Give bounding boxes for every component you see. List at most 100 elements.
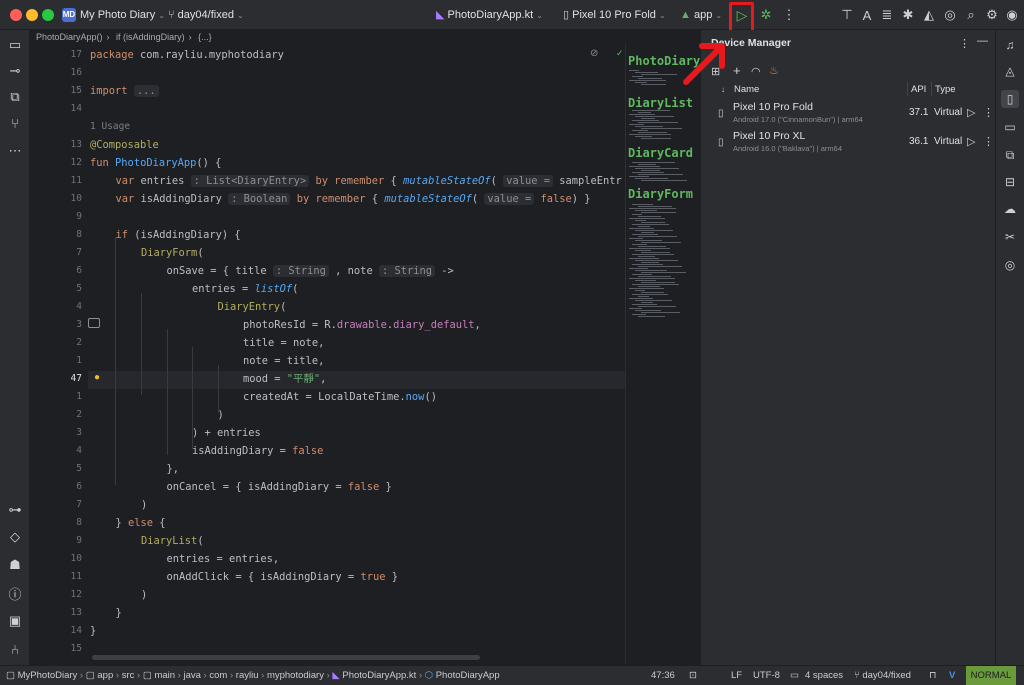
readonly-icon[interactable]: ⊡ <box>689 666 697 685</box>
path-item[interactable]: myphotodiary <box>267 670 324 681</box>
column-header-name[interactable]: Name <box>734 84 759 95</box>
logcat-icon[interactable]: ≣ <box>878 6 896 24</box>
play-icon[interactable]: ▷ <box>967 135 975 148</box>
translate-icon[interactable]: A <box>858 6 876 24</box>
gear-icon[interactable]: ⚙ <box>983 6 1001 24</box>
bug-icon[interactable]: ✱ <box>899 6 917 24</box>
more-icon[interactable]: ⋮ <box>959 37 970 50</box>
debug-icon[interactable]: ✲ <box>757 6 775 24</box>
problems-icon[interactable]: ⓘ <box>6 584 24 602</box>
device-manager-icon[interactable]: ▯ <box>1001 90 1019 108</box>
close-window-button[interactable] <box>10 9 22 21</box>
minimap-line <box>632 284 679 285</box>
path-item[interactable]: main <box>154 670 175 681</box>
chevron-right-icon: › <box>188 32 192 42</box>
line-number: 17 <box>70 49 82 60</box>
minimap-line <box>638 276 671 277</box>
cursor-position[interactable]: 47:36 <box>651 666 675 685</box>
minimap-line <box>629 288 664 289</box>
line-separator[interactable]: LF <box>731 666 742 685</box>
minimap-line <box>629 70 639 71</box>
horizontal-scrollbar[interactable] <box>92 655 480 660</box>
minimize-window-button[interactable] <box>26 9 38 21</box>
folder-icon[interactable]: ▭ <box>6 36 24 54</box>
indent-guide <box>141 293 142 395</box>
path-item[interactable]: com <box>209 670 227 681</box>
vim-icon[interactable]: V <box>949 666 955 685</box>
search-icon[interactable]: ⌕ <box>962 6 980 24</box>
firebase-icon[interactable]: ♨ <box>769 64 779 77</box>
lock-icon[interactable]: ⊓ <box>929 666 936 685</box>
more-icon[interactable]: ⋮ <box>983 106 994 119</box>
wifi-icon[interactable]: ◠ <box>751 65 761 78</box>
line-number: 9 <box>76 211 82 222</box>
commit-icon[interactable]: ⊸ <box>6 62 24 80</box>
minimap-line <box>638 132 667 133</box>
reader-mode-icon[interactable]: ⊘ <box>590 48 598 59</box>
account-icon[interactable]: ◉ <box>1003 6 1021 24</box>
device-row[interactable]: ▯ Pixel 10 Pro XL Android 16.0 ("Baklava… <box>701 128 996 157</box>
code-line: ) <box>141 589 148 601</box>
minimap-line <box>632 204 653 205</box>
maximize-window-button[interactable] <box>42 9 54 21</box>
path-item[interactable]: src <box>122 670 135 681</box>
more-icon[interactable]: ⋮ <box>983 135 994 148</box>
path-item[interactable]: PhotoDiaryApp.kt <box>342 670 416 681</box>
running-devices-icon[interactable]: ▭ <box>1001 118 1019 136</box>
minimap-line <box>638 266 682 267</box>
code-editor[interactable]: package com.rayliu.myphotodiary import ..… <box>90 44 625 664</box>
minimize-icon[interactable]: — <box>977 35 988 47</box>
path-item[interactable]: PhotoDiaryApp <box>436 670 500 681</box>
minimap-line <box>641 212 676 213</box>
vcs-branch[interactable]: ⑂ day04/fixed <box>854 666 911 685</box>
notifications-icon[interactable]: ♫ <box>1001 36 1019 54</box>
android-icon[interactable]: ☗ <box>6 556 24 574</box>
gradle-icon[interactable]: ◬ <box>1001 62 1019 80</box>
minimap-line <box>632 304 657 305</box>
path-item[interactable]: rayliu <box>236 670 259 681</box>
branch-selector[interactable]: ⑂ day04/fixed ⌄ <box>168 0 244 30</box>
vim-mode-badge[interactable]: NORMAL <box>966 666 1016 685</box>
more-icon[interactable]: ⋮ <box>780 6 798 24</box>
file-selector[interactable]: ◣ PhotoDiaryApp.kt ⌄ <box>436 0 543 30</box>
column-header-type[interactable]: Type <box>935 84 956 95</box>
version-control-icon[interactable]: ⑃ <box>6 640 24 658</box>
column-header-api[interactable]: API <box>911 84 926 95</box>
app-inspection-icon[interactable]: ⊟ <box>1001 173 1019 191</box>
indent-setting[interactable]: 4 spaces <box>805 666 843 685</box>
layout-inspector-icon[interactable]: ⊤ <box>838 6 856 24</box>
minimap-line <box>632 76 643 77</box>
project-selector[interactable]: My Photo Diary ⌄ <box>80 0 165 30</box>
gemini-icon[interactable]: ◎ <box>1001 256 1019 274</box>
structure-icon[interactable]: ⧉ <box>6 88 24 106</box>
more-icon[interactable]: ⋯ <box>6 142 24 160</box>
add-icon[interactable]: + <box>733 63 741 78</box>
device-explorer-icon[interactable]: ⧉ <box>1001 146 1019 164</box>
code-line: DiaryEntry( <box>217 301 287 313</box>
file-encoding[interactable]: UTF-8 <box>753 666 780 685</box>
breadcrumb-item[interactable]: if (isAddingDiary) <box>116 32 185 42</box>
path-item[interactable]: java <box>183 670 200 681</box>
device-selector[interactable]: ▯ Pixel 10 Pro Fold ⌄ <box>563 0 666 30</box>
path-item[interactable]: MyPhotoDiary <box>18 670 78 681</box>
tools-icon[interactable]: ✂ <box>1001 228 1019 246</box>
pull-request-icon[interactable]: ⑂ <box>6 114 24 132</box>
device-row[interactable]: ▯ Pixel 10 Pro Fold Android 17.0 ("Cinna… <box>701 99 996 128</box>
assistant-icon[interactable]: ☁ <box>1001 200 1019 218</box>
build-variants-icon[interactable]: ⊶ <box>6 501 24 519</box>
path-item[interactable]: app <box>97 670 113 681</box>
gemini-icon[interactable]: ◎ <box>941 6 959 24</box>
breadcrumb-item[interactable]: PhotoDiaryApp() <box>36 32 103 42</box>
minimap-line <box>641 252 670 253</box>
chevron-down-icon: ⌄ <box>536 11 543 20</box>
minimap[interactable]: PhotoDiary DiaryList DiaryCard DiaryForm <box>625 44 700 664</box>
profiler-icon[interactable]: ◭ <box>920 6 938 24</box>
status-path[interactable]: ▢ MyPhotoDiary › ▢ app › src › ▢ main › … <box>6 666 500 685</box>
code-line: fun PhotoDiaryApp() { <box>90 157 222 169</box>
breadcrumb-item[interactable]: {...} <box>198 32 212 42</box>
play-icon[interactable]: ▷ <box>967 106 975 119</box>
terminal-icon[interactable]: ▣ <box>6 612 24 630</box>
gem-icon[interactable]: ◇ <box>6 528 24 546</box>
run-config-selector[interactable]: ▲ app ⌄ <box>680 0 722 30</box>
fold-icon[interactable]: › <box>76 83 79 93</box>
